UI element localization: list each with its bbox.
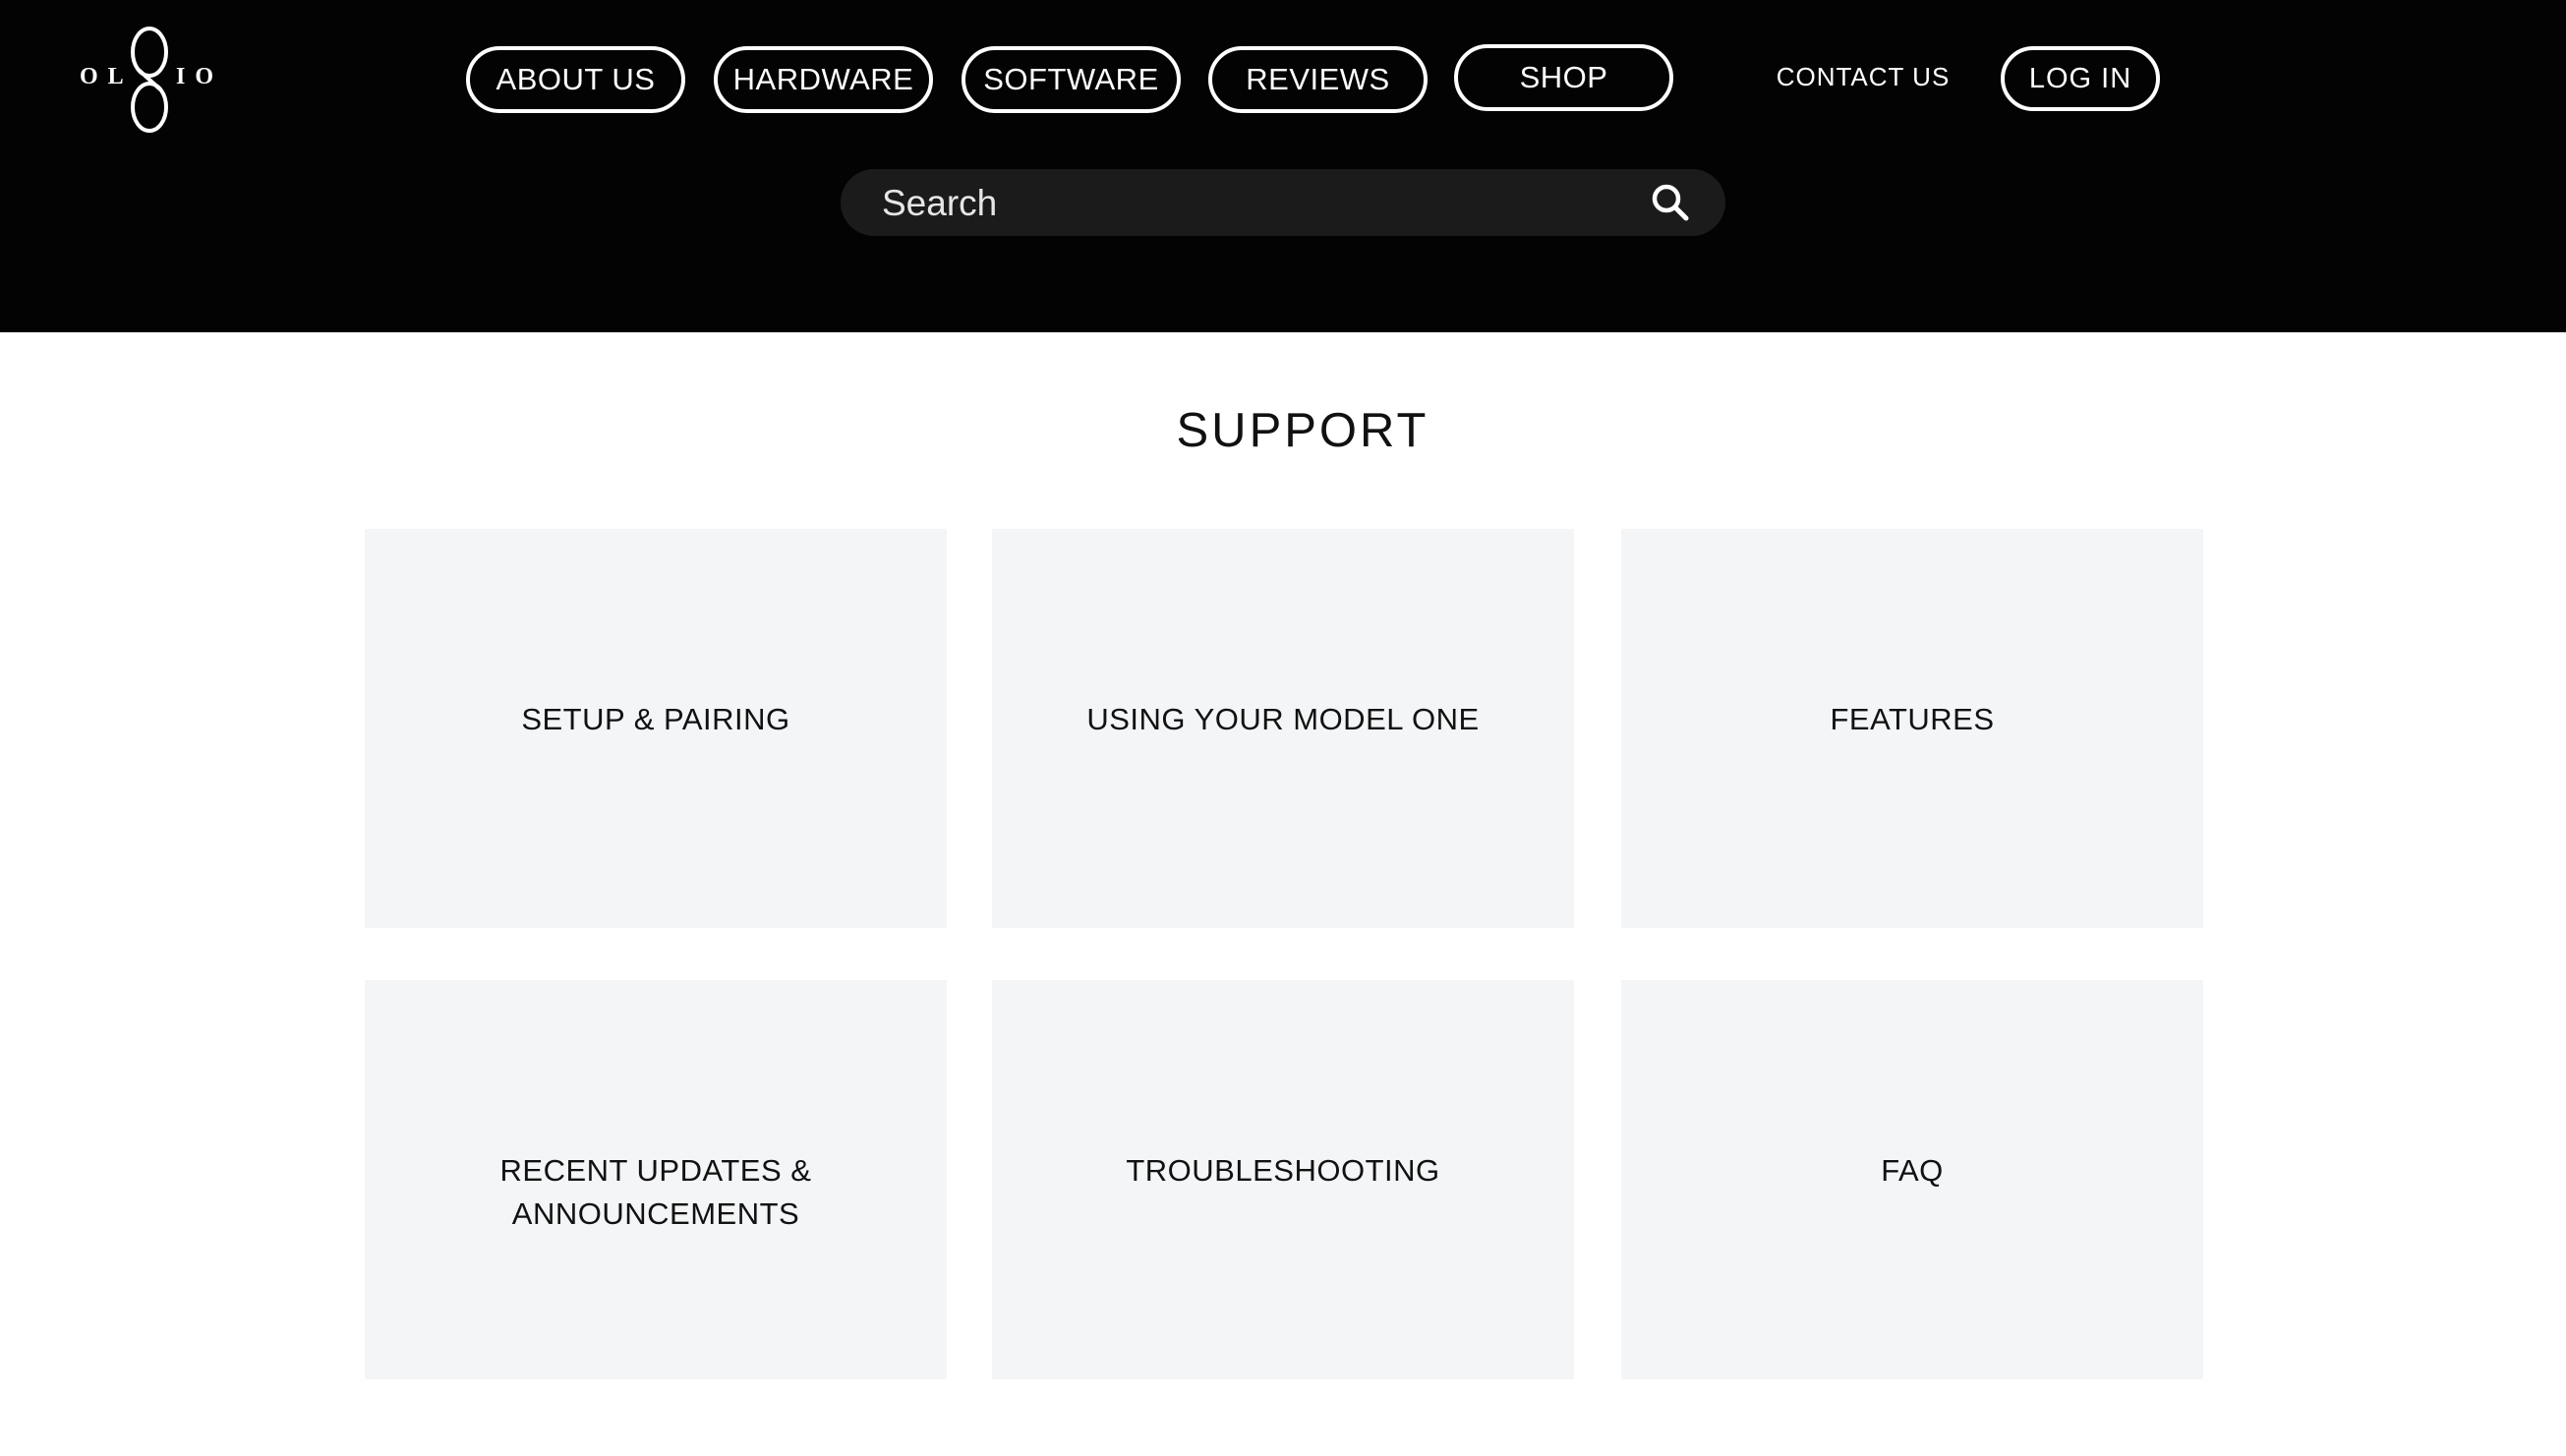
card-label: SETUP & PAIRING bbox=[521, 702, 790, 736]
card-label: FEATURES bbox=[1830, 702, 1995, 736]
search-bar bbox=[841, 169, 1725, 238]
nav-software[interactable]: SOFTWARE bbox=[962, 46, 1181, 113]
logo-mark-icon: O L I O bbox=[80, 27, 215, 133]
svg-text:O L: O L bbox=[80, 64, 126, 89]
page-title: SUPPORT bbox=[1176, 404, 1429, 457]
card-faq[interactable]: FAQ bbox=[1621, 980, 2203, 1379]
svg-text:I O: I O bbox=[176, 64, 215, 89]
card-troubleshooting[interactable]: TROUBLESHOOTING bbox=[992, 980, 1574, 1379]
card-label: TROUBLESHOOTING bbox=[1126, 1153, 1440, 1188]
nav-reviews[interactable]: REVIEWS bbox=[1208, 46, 1428, 113]
nav-shop[interactable]: SHOP bbox=[1454, 44, 1673, 111]
site-header: O L I O ABOUT US HARDWARE SOFTWARE REVIE… bbox=[0, 0, 2566, 332]
brand-logo[interactable]: O L I O bbox=[74, 25, 226, 135]
card-setup-pairing[interactable]: SETUP & PAIRING bbox=[365, 529, 947, 928]
card-using-model-one[interactable]: USING YOUR MODEL ONE bbox=[992, 529, 1574, 928]
nav-hardware[interactable]: HARDWARE bbox=[714, 46, 933, 113]
card-recent-updates[interactable]: RECENT UPDATES & ANNOUNCEMENTS bbox=[365, 980, 947, 1379]
search-input[interactable] bbox=[880, 169, 1631, 238]
contact-us-link[interactable]: CONTACT US bbox=[1760, 57, 1966, 96]
card-features[interactable]: FEATURES bbox=[1621, 529, 2203, 928]
card-label: RECENT UPDATES & ANNOUNCEMENTS bbox=[499, 1153, 812, 1231]
login-button[interactable]: LOG IN bbox=[2001, 46, 2160, 111]
card-label: USING YOUR MODEL ONE bbox=[1086, 702, 1480, 736]
nav-about-us[interactable]: ABOUT US bbox=[466, 46, 685, 113]
search-icon[interactable] bbox=[1649, 181, 1692, 224]
card-label: FAQ bbox=[1881, 1153, 1944, 1188]
